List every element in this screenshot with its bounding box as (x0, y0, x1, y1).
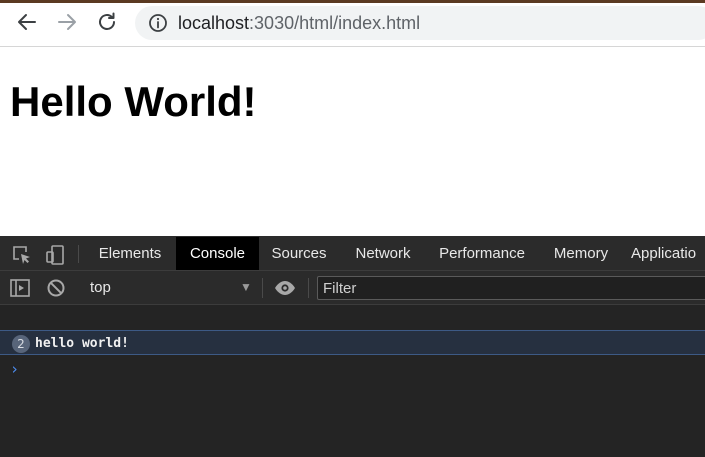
toolbar-separator (262, 278, 263, 298)
tab-application[interactable]: Applicatio (631, 237, 705, 270)
tab-separator (78, 245, 79, 263)
filter-input[interactable] (317, 276, 705, 300)
toolbar-separator (308, 278, 309, 298)
tab-elements[interactable]: Elements (92, 237, 168, 270)
console-prompt[interactable]: › (10, 361, 22, 377)
tab-performance[interactable]: Performance (433, 237, 531, 270)
clear-console-icon[interactable] (44, 276, 68, 300)
window-top-edge (0, 0, 705, 3)
back-arrow-icon (15, 10, 39, 34)
live-expression-eye-icon[interactable] (273, 276, 297, 300)
url-host: localhost (178, 13, 250, 33)
forward-arrow-icon (55, 10, 79, 34)
console-message-text: hello world! (35, 336, 129, 351)
address-url[interactable]: localhost:3030/html/index.html (178, 11, 420, 35)
device-toolbar-icon[interactable] (43, 243, 67, 267)
inspect-element-icon[interactable] (10, 243, 34, 267)
reload-button[interactable] (95, 10, 119, 34)
reload-icon (95, 10, 119, 34)
dropdown-triangle-icon: ▼ (240, 280, 252, 294)
show-sidebar-icon[interactable] (8, 276, 32, 300)
page-heading: Hello World! (10, 78, 257, 125)
context-select[interactable]: top (90, 275, 255, 301)
back-button[interactable] (15, 10, 39, 34)
site-info-icon[interactable] (148, 13, 168, 33)
tab-network[interactable]: Network (347, 237, 419, 270)
forward-button[interactable] (55, 10, 79, 34)
tab-sources[interactable]: Sources (264, 237, 334, 270)
tab-console[interactable]: Console (176, 237, 259, 270)
tab-memory[interactable]: Memory (545, 237, 617, 270)
repeat-count-badge: 2 (12, 335, 30, 353)
url-path: :3030/html/index.html (249, 13, 421, 33)
